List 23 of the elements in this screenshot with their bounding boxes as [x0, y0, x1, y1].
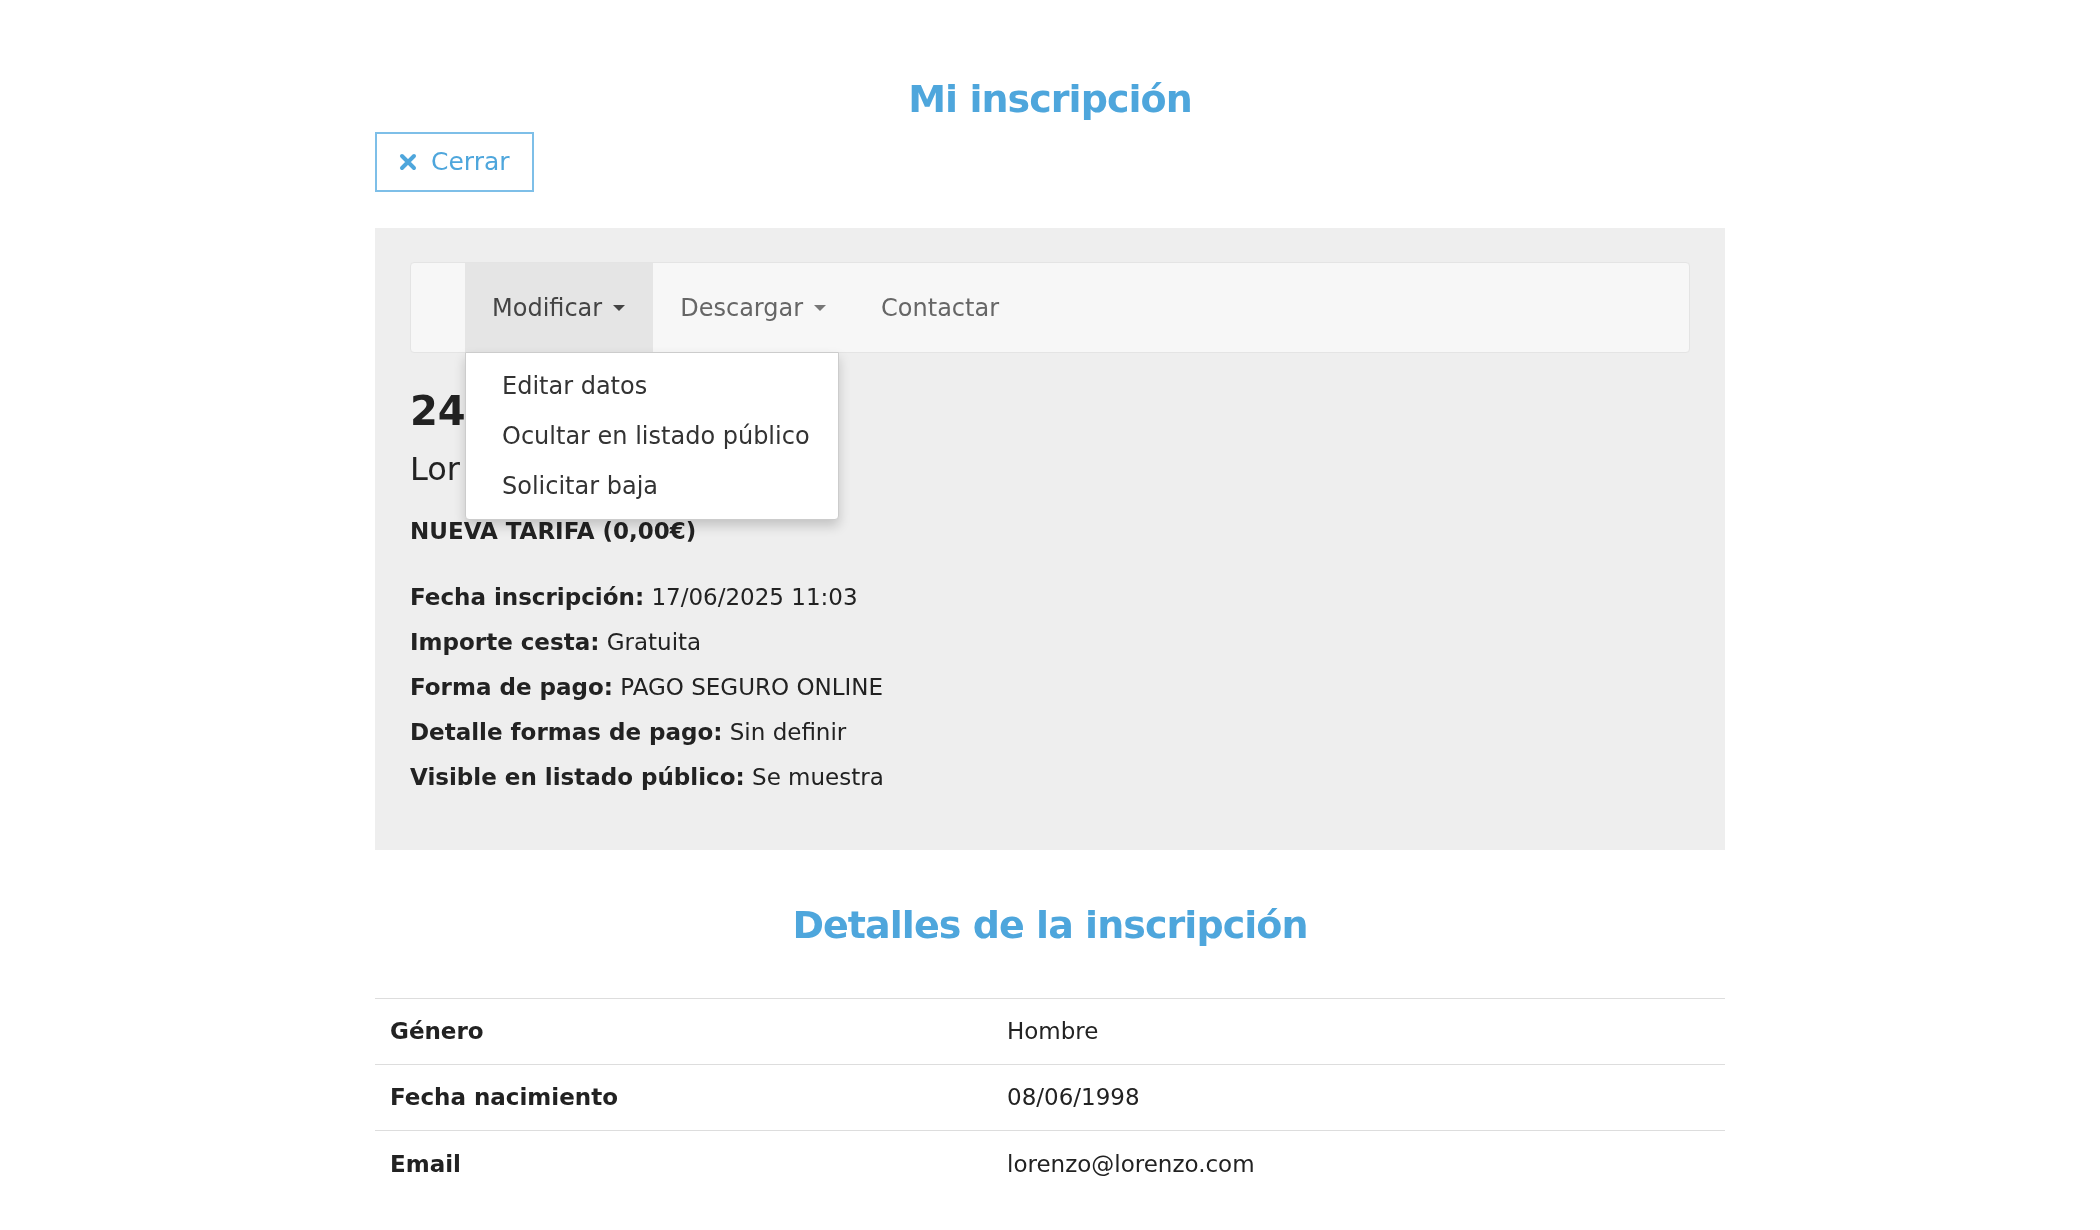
menu-item[interactable]: Contactar: [854, 263, 1027, 352]
table-cell: Email: [375, 1130, 1007, 1197]
dropdown-item[interactable]: Solicitar baja: [466, 461, 838, 511]
menu-item[interactable]: Modificar: [465, 263, 654, 352]
info-line: Detalle formas de pago: Sin definir: [410, 718, 847, 747]
menu-item[interactable]: Descargar: [653, 263, 855, 352]
close-icon: [399, 153, 417, 171]
info-line: Forma de pago: PAGO SEGURO ONLINE: [410, 673, 884, 702]
info-line: Visible en listado público: Se muestra: [410, 763, 884, 792]
dropdown-item[interactable]: Editar datos: [466, 361, 838, 411]
table-cell: lorenzo@lorenzo.com: [1007, 1130, 1725, 1197]
table-cell: Género: [375, 998, 1007, 1065]
dropdown-item[interactable]: Ocultar en listado público: [466, 411, 838, 461]
rate-label: NUEVA TARIFA (0,00€): [410, 517, 697, 546]
section-title: Detalles de la inscripción: [791, 902, 1309, 949]
registration-code: 24: [410, 387, 466, 436]
table-cell: Fecha nacimiento: [375, 1064, 1007, 1131]
participant-name: Lor: [410, 449, 460, 490]
page-title: Mi inscripción: [907, 76, 1193, 123]
info-line: Fecha inscripción: 17/06/2025 11:03: [410, 583, 858, 612]
table-cell: Hombre: [1007, 998, 1725, 1065]
table-cell: 08/06/1998: [1007, 1064, 1725, 1131]
info-line: Importe cesta: Gratuita: [410, 628, 702, 657]
